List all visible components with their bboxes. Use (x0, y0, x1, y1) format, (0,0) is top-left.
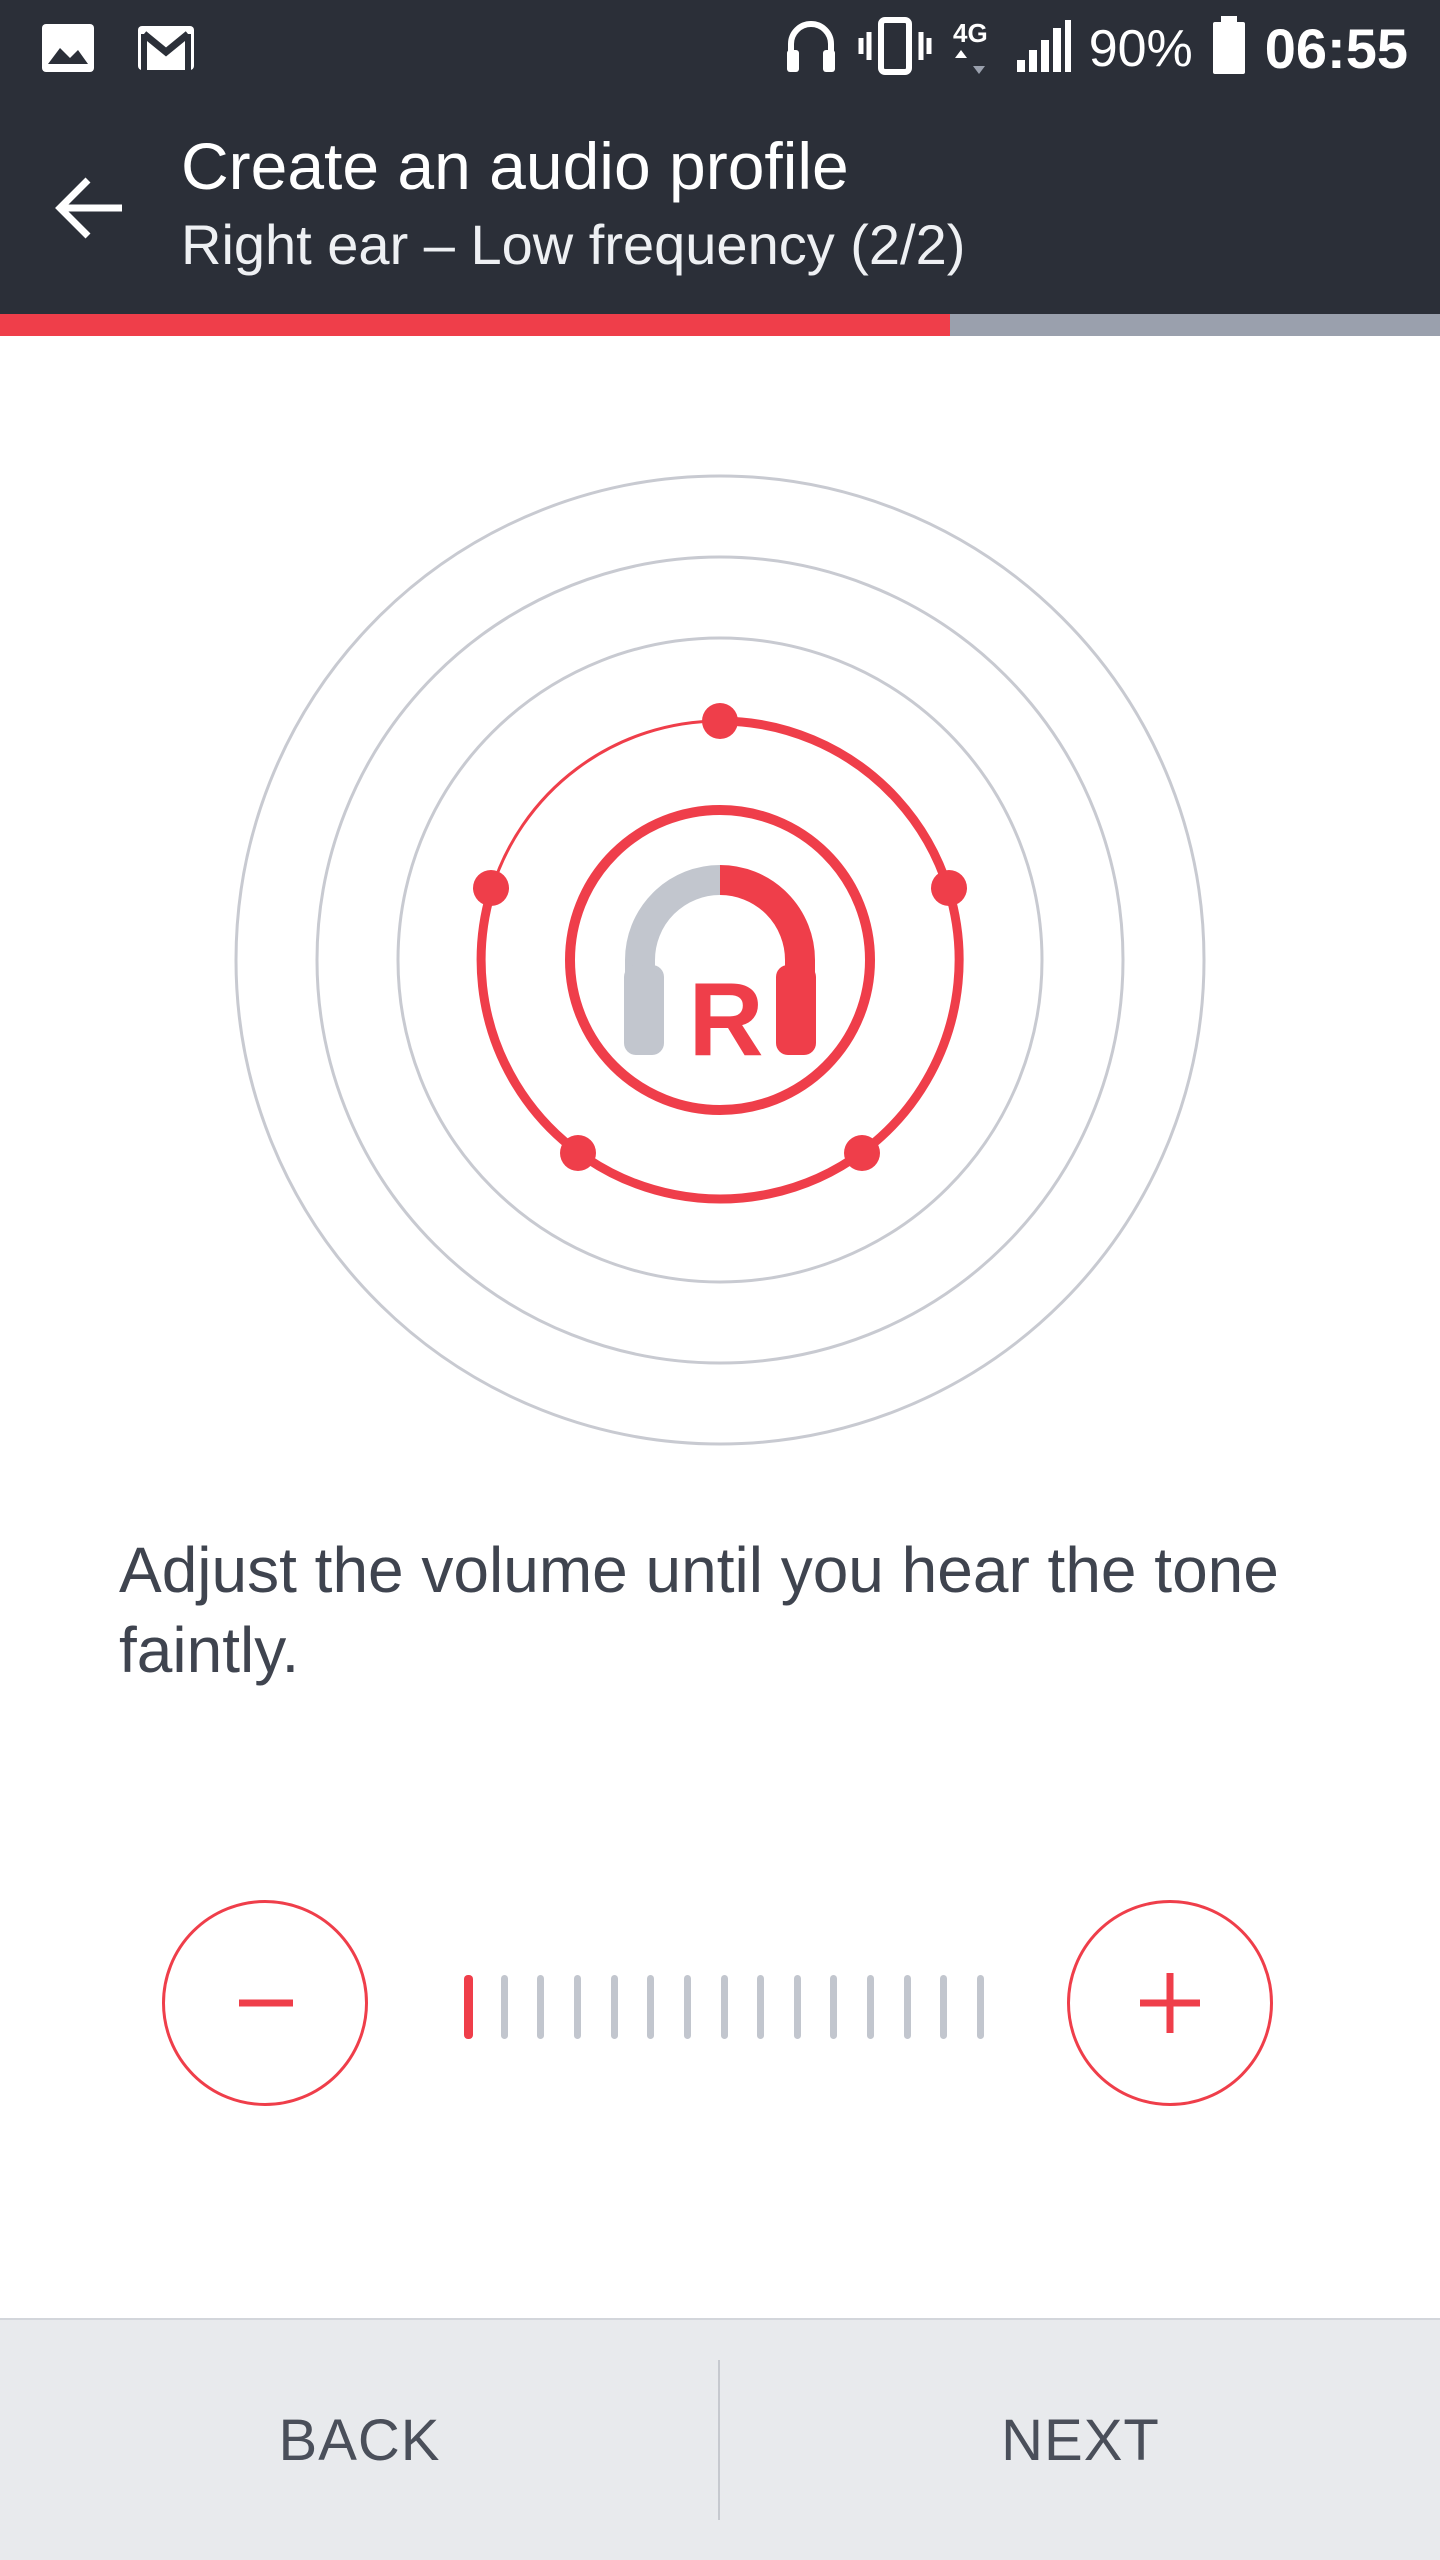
volume-level-indicator[interactable] (464, 1975, 984, 2039)
volume-tick (793, 1975, 801, 2039)
divider (718, 2360, 720, 2520)
volume-tick (940, 1975, 948, 2039)
image-icon (40, 22, 96, 79)
decrease-volume-button[interactable] (162, 1900, 368, 2106)
volume-tick (977, 1975, 984, 2039)
progress-bar (0, 314, 1440, 336)
page-title: Create an audio profile (181, 129, 849, 203)
volume-tick (757, 1975, 765, 2039)
back-button[interactable]: BACK (0, 2320, 719, 2560)
clock: 06:55 (1264, 17, 1408, 80)
svg-text:4G: 4G (953, 18, 988, 48)
volume-tick (867, 1975, 875, 2039)
battery-percent: 90% (1088, 19, 1193, 78)
battery-icon (1211, 16, 1247, 81)
volume-tick (830, 1975, 838, 2039)
page-subtitle: Right ear – Low frequency (2/2) (181, 213, 966, 276)
network-4g-icon: 4G (951, 16, 997, 81)
back-navigation-button[interactable] (52, 170, 128, 246)
volume-tick (683, 1975, 691, 2039)
volume-tick (647, 1975, 655, 2039)
volume-tick (610, 1975, 618, 2039)
gmail-icon (136, 22, 196, 79)
volume-tick (464, 1975, 473, 2039)
plus-icon (1140, 1973, 1200, 2033)
instruction-text: Adjust the volume until you hear the ton… (119, 1534, 1279, 1686)
ear-label: R (688, 962, 763, 1078)
volume-tick (720, 1975, 728, 2039)
minus-icon (239, 1999, 293, 2007)
signal-icon (1015, 18, 1071, 79)
volume-tick (500, 1975, 508, 2039)
vibrate-icon (857, 16, 933, 81)
volume-tick (537, 1975, 545, 2039)
progress-fill (0, 314, 951, 336)
bottom-action-bar: BACK NEXT (0, 2318, 1440, 2560)
volume-tick (573, 1975, 581, 2039)
hearing-test-illustration: R (0, 440, 1440, 1480)
next-button[interactable]: NEXT (721, 2320, 1440, 2560)
status-bar: 4G 90% 06:55 (0, 0, 1440, 100)
app-bar: Create an audio profile Right ear – Low … (0, 100, 1440, 314)
volume-tick (903, 1975, 911, 2039)
headset-icon (783, 16, 839, 81)
increase-volume-button[interactable] (1067, 1900, 1273, 2106)
volume-stepper (0, 1900, 1440, 2120)
arrow-left-icon (55, 177, 122, 239)
